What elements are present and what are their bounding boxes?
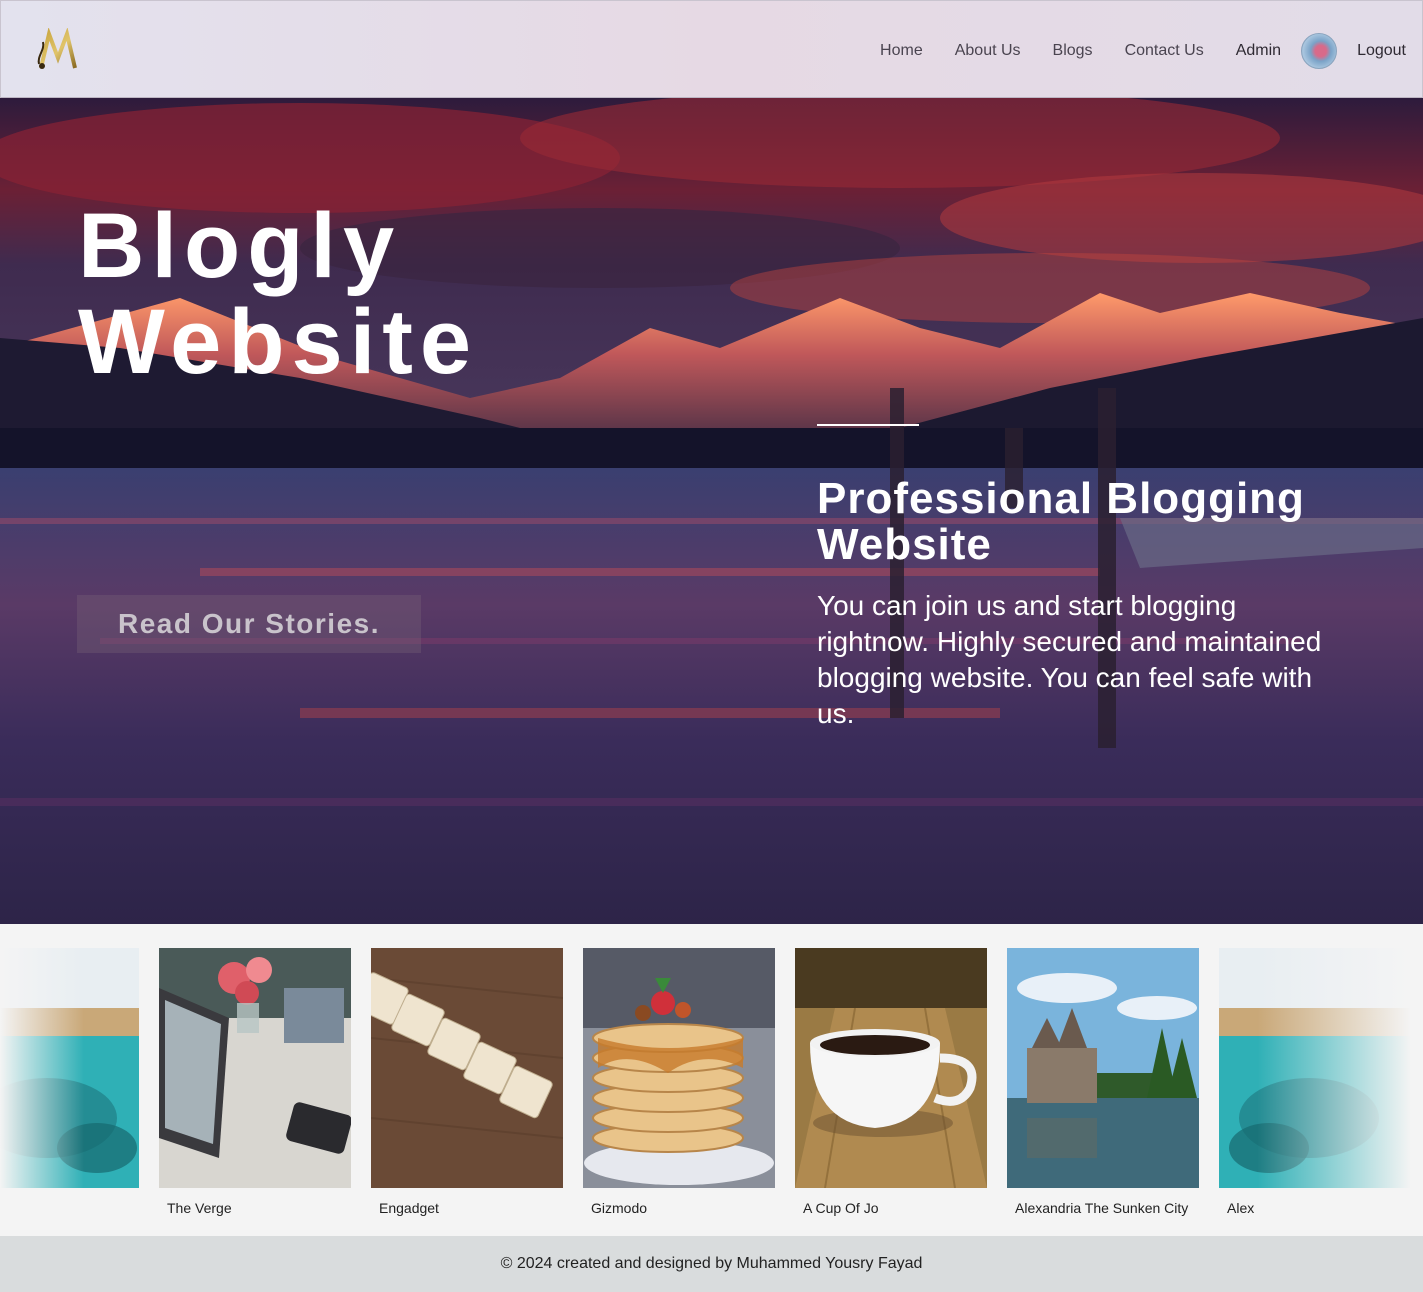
gallery-card[interactable]: The Verge — [159, 948, 352, 1216]
feature-divider — [817, 424, 919, 426]
card-caption: The Verge — [167, 1200, 232, 1216]
hero-title-line2: Website — [78, 291, 479, 393]
hero-title: Blogly Website — [78, 198, 478, 390]
site-logo[interactable] — [33, 28, 83, 74]
gallery-card[interactable]: Alexandria The Sunken City — [1007, 948, 1199, 1216]
underwater-ruins-image — [0, 948, 139, 1188]
card-caption: Gizmodo — [591, 1200, 648, 1216]
hero-section: Blogly Website Read Our Stories. Profess… — [0, 98, 1423, 924]
card-caption: A Cup Of Jo — [803, 1200, 879, 1216]
feature-description: You can join us and start blogging right… — [817, 590, 1322, 729]
navbar: Home About Us Blogs Contact Us Admin Log… — [0, 0, 1423, 98]
read-stories-button[interactable]: Read Our Stories. — [77, 595, 421, 653]
user-avatar[interactable] — [1301, 33, 1338, 69]
footer: © 2024 created and designed by Muhammed … — [0, 1236, 1423, 1292]
nav-about-link[interactable]: About Us — [955, 42, 1021, 60]
feature-title: Professional Blogging Website — [817, 474, 1305, 569]
scrabble-blog-tiles-image — [355, 948, 564, 1188]
laptop-flowers-desk-image — [159, 948, 352, 1188]
blog-gallery: The Verge Engadget Gizmodo A Cup Of Jo A… — [0, 924, 1423, 1236]
nav-links: Home About Us Blogs Contact Us Admin Log… — [848, 31, 1406, 71]
underwater-ruins-image — [1219, 948, 1411, 1188]
nav-blogs-link[interactable]: Blogs — [1053, 42, 1093, 60]
coffee-cup-image — [795, 948, 987, 1189]
gallery-card[interactable]: Gizmodo — [583, 948, 775, 1216]
nav-contact-link[interactable]: Contact Us — [1125, 42, 1204, 60]
gallery-card[interactable] — [0, 948, 139, 1200]
gallery-card[interactable]: Alex — [1219, 948, 1411, 1216]
card-caption: Engadget — [379, 1200, 439, 1216]
castle-on-lake-image — [1007, 948, 1199, 1188]
nav-logout-link[interactable]: Logout — [1357, 42, 1406, 60]
nav-admin-link[interactable]: Admin — [1236, 42, 1281, 60]
nav-home-link[interactable]: Home — [880, 42, 923, 60]
card-caption: Alexandria The Sunken City — [1015, 1200, 1189, 1216]
hero-title-line1: Blogly — [78, 195, 402, 297]
gallery-card[interactable]: A Cup Of Jo — [795, 948, 987, 1216]
card-caption: Alex — [1227, 1200, 1255, 1216]
pancake-stack-image — [583, 948, 775, 1188]
gallery-card[interactable]: Engadget — [355, 948, 564, 1216]
footer-copyright: © 2024 created and designed by Muhammed … — [500, 1255, 923, 1272]
